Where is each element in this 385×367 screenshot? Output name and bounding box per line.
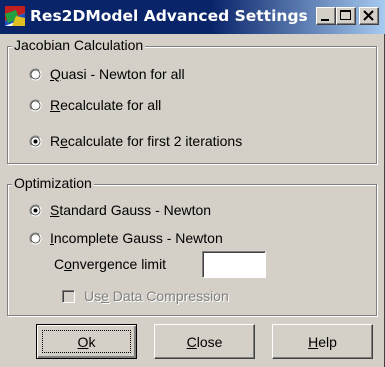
radio-unselected-icon <box>29 232 42 244</box>
title-bar[interactable]: Res2DModel Advanced Settings <box>0 0 385 34</box>
use-data-compression-checkbox[interactable]: Use Data Compression <box>62 286 229 306</box>
checkbox-box <box>62 289 75 303</box>
help-button-label: Help <box>308 333 337 350</box>
focus-rectangle <box>42 330 131 353</box>
close-button[interactable]: Close <box>154 324 255 359</box>
radio-unselected-icon <box>29 68 42 80</box>
help-button[interactable]: Help <box>272 324 373 359</box>
radio-standard-gauss-newton[interactable]: Standard Gauss - Newton <box>29 200 211 220</box>
radio-unselected-icon <box>29 99 42 111</box>
jacobian-group-label: Jacobian Calculation <box>12 37 146 53</box>
ok-button[interactable]: Ok <box>36 324 137 359</box>
minimize-icon <box>321 19 329 21</box>
window-title: Res2DModel Advanced Settings <box>30 7 308 25</box>
minimize-button[interactable] <box>316 7 336 25</box>
radio-incomplete-gauss-newton[interactable]: Incomplete Gauss - Newton <box>29 228 223 248</box>
convergence-limit-label: Co nvergence limit <box>54 256 167 272</box>
radio-recalculate-for-all[interactable]: Recalculate for all <box>29 95 161 115</box>
close-icon <box>363 10 374 21</box>
radio-quasi-newton-for-all[interactable]: Quasi - Newton for all <box>29 64 185 84</box>
res2dmodel-app-icon <box>5 6 25 26</box>
advanced-settings-dialog: Res2DModel Advanced Settings Jacobian Ca… <box>0 0 385 367</box>
radio-recalculate-first-iterations[interactable]: Recalculate for first 2 iterations <box>29 131 242 151</box>
radio-label-incomplete-gauss: Incomplete Gauss - Newton <box>50 230 223 246</box>
close-button-label: Close <box>186 333 223 350</box>
radio-label-recalculate-first: Recalculate for first 2 iterations <box>50 133 243 149</box>
radio-selected-icon <box>29 204 42 216</box>
radio-label-quasi-newton: Quasi - Newton for all <box>50 66 185 82</box>
optimization-group-label: Optimization <box>12 175 94 191</box>
radio-label-standard-gauss: Standard Gauss - Newton <box>50 202 212 218</box>
convergence-limit-input[interactable] <box>202 251 266 278</box>
radio-selected-icon <box>29 135 42 147</box>
close-window-button[interactable] <box>359 7 379 25</box>
radio-label-recalculate-all: Recalculate for all <box>50 97 162 113</box>
maximize-button[interactable] <box>336 7 356 25</box>
maximize-icon <box>340 10 351 20</box>
checkbox-label-data-compression: Use Data Compression <box>84 288 229 304</box>
